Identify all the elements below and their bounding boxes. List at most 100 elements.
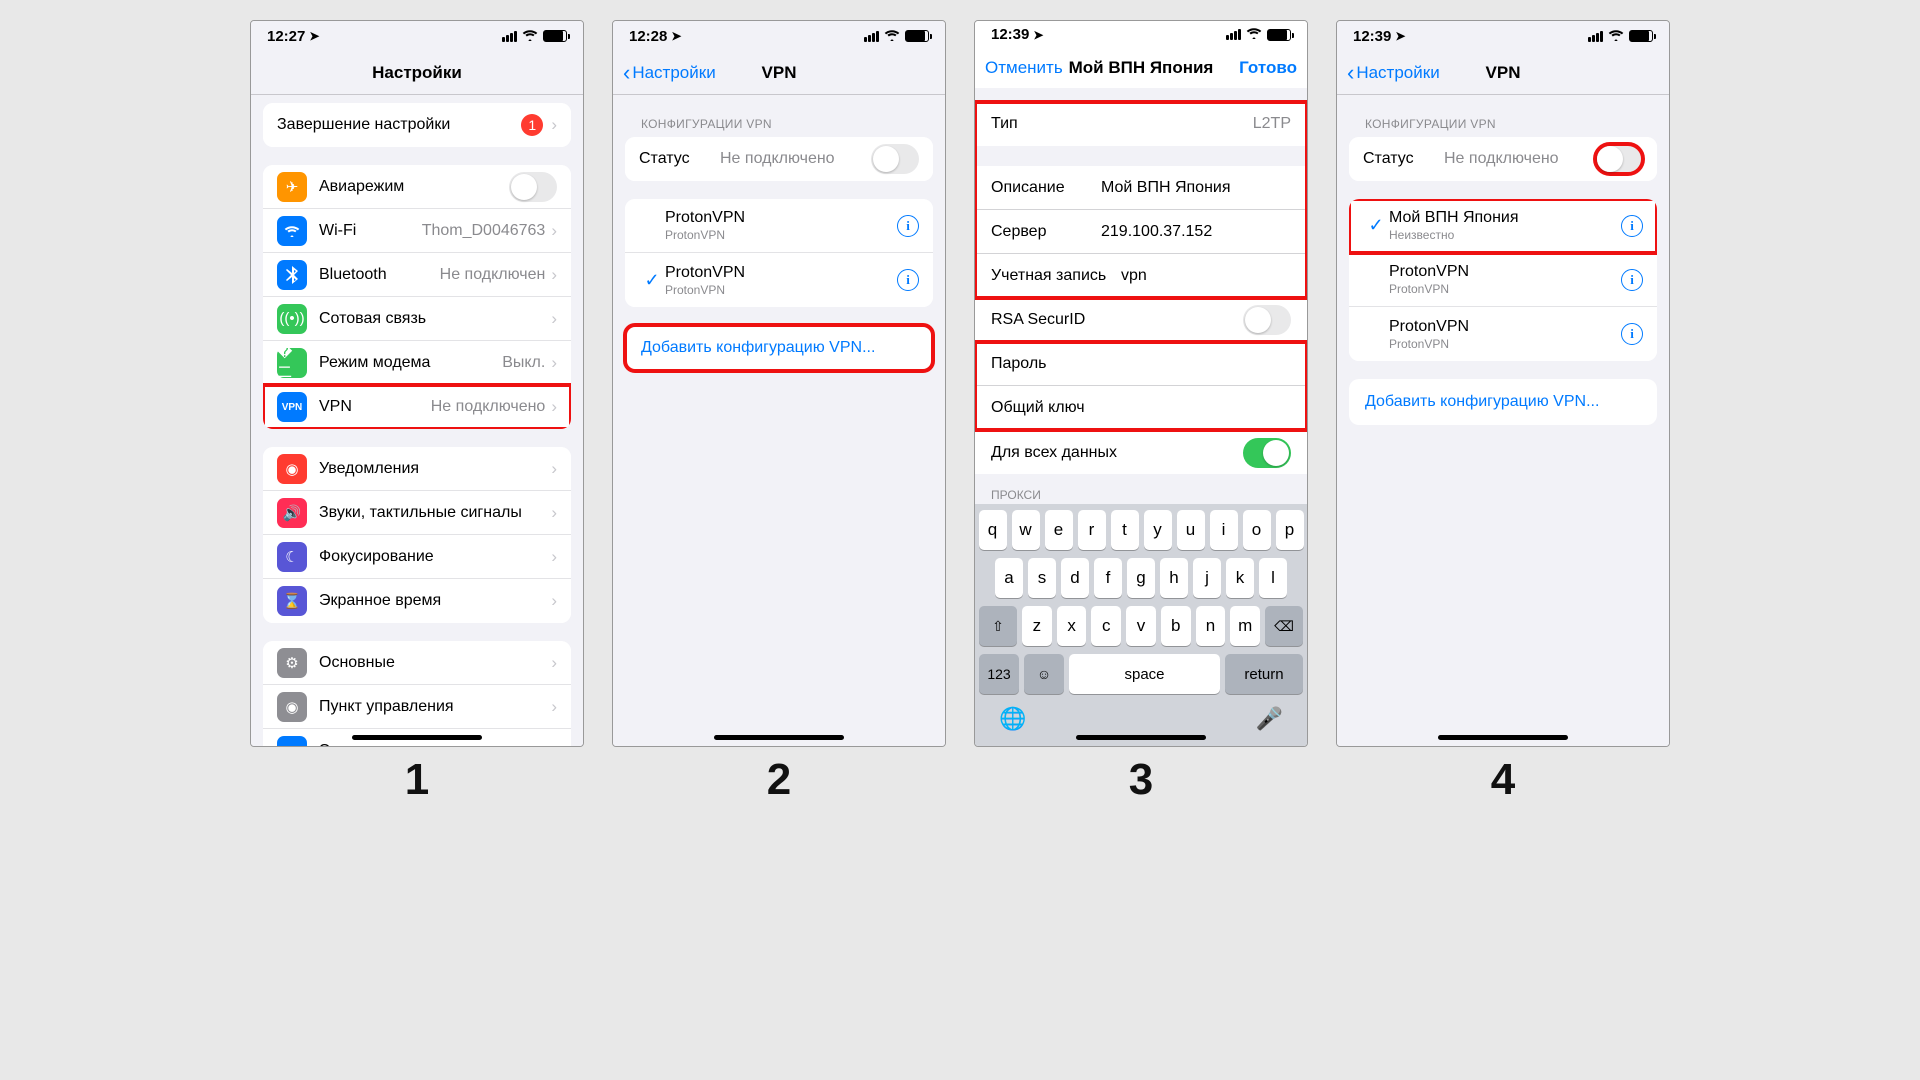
home-indicator[interactable] (1438, 735, 1568, 740)
general-row[interactable]: ⚙ Основные › (263, 641, 571, 685)
backspace-key[interactable]: ⌫ (1265, 606, 1303, 646)
nav-header: Отменить Мой ВПН Япония Готово (975, 48, 1307, 88)
battery-icon (905, 30, 929, 42)
vpn-row[interactable]: VPN VPN Не подключено › (263, 385, 571, 429)
chevron-right-icon: › (551, 697, 557, 717)
sounds-row[interactable]: 🔊 Звуки, тактильные сигналы › (263, 491, 571, 535)
password-row[interactable]: Пароль (975, 342, 1307, 386)
back-button[interactable]: ‹ Настройки (1337, 51, 1450, 94)
wifi-icon (1246, 27, 1262, 42)
finish-setup-row[interactable]: Завершение настройки 1 › (263, 103, 571, 147)
shared-secret-row[interactable]: Общий ключ (975, 386, 1307, 430)
bluetooth-icon (277, 260, 307, 290)
key-p[interactable]: p (1276, 510, 1304, 550)
vpn-status-toggle[interactable] (1595, 144, 1643, 174)
vpn-status-toggle[interactable] (871, 144, 919, 174)
proxy-section-header: ПРОКСИ (975, 474, 1307, 504)
key-u[interactable]: u (1177, 510, 1205, 550)
key-c[interactable]: c (1091, 606, 1121, 646)
key-w[interactable]: w (1012, 510, 1040, 550)
bluetooth-row[interactable]: Bluetooth Не подключен › (263, 253, 571, 297)
focus-row[interactable]: ☾ Фокусирование › (263, 535, 571, 579)
battery-icon (543, 30, 567, 42)
clock: 12:28 (629, 28, 667, 45)
vpn-config-row[interactable]: ✓ ProtonVPN ProtonVPN i (625, 253, 933, 307)
key-g[interactable]: g (1127, 558, 1155, 598)
key-l[interactable]: l (1259, 558, 1287, 598)
key-z[interactable]: z (1022, 606, 1052, 646)
server-row[interactable]: Сервер 219.100.37.152 (975, 210, 1307, 254)
add-vpn-button[interactable]: Добавить конфигурацию VPN... (625, 325, 933, 371)
home-indicator[interactable] (1076, 735, 1206, 740)
chevron-right-icon: › (551, 265, 557, 285)
checkmark-icon: ✓ (639, 270, 665, 291)
vpn-config-row[interactable]: ✓ Мой ВПН Япония Неизвестно i (1349, 199, 1657, 253)
wifi-icon (522, 29, 538, 44)
key-o[interactable]: o (1243, 510, 1271, 550)
rsa-row[interactable]: RSA SecurID (975, 298, 1307, 342)
wifi-settings-icon (277, 216, 307, 246)
description-row[interactable]: Описание Мой ВПН Япония (975, 166, 1307, 210)
control-center-row[interactable]: ◉ Пункт управления › (263, 685, 571, 729)
chevron-right-icon: › (551, 397, 557, 417)
key-s[interactable]: s (1028, 558, 1056, 598)
vpn-config-row[interactable]: ProtonVPN ProtonVPN i (1349, 253, 1657, 307)
key-x[interactable]: x (1057, 606, 1087, 646)
notifications-row[interactable]: ◉ Уведомления › (263, 447, 571, 491)
keyboard[interactable]: q w e r t y u i o p a s d f g h (975, 504, 1307, 746)
key-d[interactable]: d (1061, 558, 1089, 598)
key-e[interactable]: e (1045, 510, 1073, 550)
hotspot-row[interactable]: �二 Режим модема Выкл. › (263, 341, 571, 385)
key-t[interactable]: t (1111, 510, 1139, 550)
key-r[interactable]: r (1078, 510, 1106, 550)
key-f[interactable]: f (1094, 558, 1122, 598)
wifi-row[interactable]: Wi-Fi Thom_D0046763 › (263, 209, 571, 253)
key-m[interactable]: m (1230, 606, 1260, 646)
key-a[interactable]: a (995, 558, 1023, 598)
info-icon[interactable]: i (897, 215, 919, 237)
return-key[interactable]: return (1225, 654, 1303, 694)
airplane-row[interactable]: ✈ Авиарежим (263, 165, 571, 209)
back-button[interactable]: ‹ Настройки (613, 51, 726, 94)
battery-icon (1629, 30, 1653, 42)
add-vpn-button[interactable]: Добавить конфигурацию VPN... (1349, 379, 1657, 425)
key-i[interactable]: i (1210, 510, 1238, 550)
vpn-config-row[interactable]: ProtonVPN ProtonVPN i (1349, 307, 1657, 361)
key-j[interactable]: j (1193, 558, 1221, 598)
info-icon[interactable]: i (897, 269, 919, 291)
account-row[interactable]: Учетная запись vpn (975, 254, 1307, 298)
type-row[interactable]: Тип L2TP (975, 102, 1307, 146)
home-indicator[interactable] (714, 735, 844, 740)
cellular-row[interactable]: ((•)) Сотовая связь › (263, 297, 571, 341)
rsa-toggle[interactable] (1243, 305, 1291, 335)
vpn-icon: VPN (277, 392, 307, 422)
page-title: VPN (1486, 63, 1521, 83)
chevron-right-icon: › (551, 653, 557, 673)
info-icon[interactable]: i (1621, 269, 1643, 291)
send-all-traffic-row[interactable]: Для всех данных (975, 430, 1307, 474)
mic-icon[interactable]: 🎤 (1256, 706, 1283, 732)
screentime-row[interactable]: ⌛ Экранное время › (263, 579, 571, 623)
key-h[interactable]: h (1160, 558, 1188, 598)
info-icon[interactable]: i (1621, 215, 1643, 237)
location-icon: ➤ (671, 29, 681, 43)
key-q[interactable]: q (979, 510, 1007, 550)
key-v[interactable]: v (1126, 606, 1156, 646)
all-traffic-toggle[interactable] (1243, 438, 1291, 468)
numbers-key[interactable]: 123 (979, 654, 1019, 694)
key-b[interactable]: b (1161, 606, 1191, 646)
home-indicator[interactable] (352, 735, 482, 740)
emoji-key[interactable]: ☺ (1024, 654, 1064, 694)
airplane-toggle[interactable] (509, 172, 557, 202)
space-key[interactable]: space (1069, 654, 1220, 694)
shift-key[interactable]: ⇧ (979, 606, 1017, 646)
globe-icon[interactable]: 🌐 (999, 706, 1026, 732)
done-button[interactable]: Готово (1229, 48, 1307, 88)
info-icon[interactable]: i (1621, 323, 1643, 345)
key-n[interactable]: n (1196, 606, 1226, 646)
key-k[interactable]: k (1226, 558, 1254, 598)
key-y[interactable]: y (1144, 510, 1172, 550)
chevron-right-icon: › (551, 547, 557, 567)
cancel-button[interactable]: Отменить (975, 48, 1073, 88)
vpn-config-row[interactable]: ProtonVPN ProtonVPN i (625, 199, 933, 253)
